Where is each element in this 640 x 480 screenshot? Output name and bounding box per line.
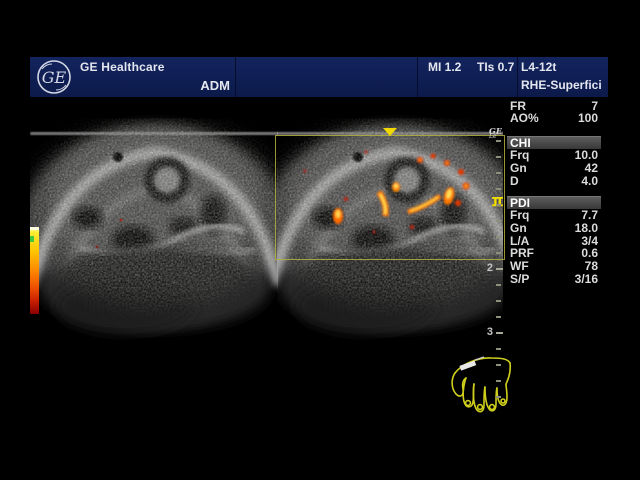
param-row: Frq 7.7 — [507, 209, 601, 222]
param-row: S/P 3/16 — [507, 273, 601, 286]
param-value: 7.7 — [581, 209, 598, 222]
ultrasound-display: 2 3 GE Le GE GE Healthcare ADM MI 1.2 TIs… — [0, 0, 640, 480]
ruler-tick — [496, 188, 501, 190]
svg-text:GE: GE — [42, 68, 67, 87]
ruler-tick — [496, 172, 501, 174]
ge-logo-icon: GE — [36, 59, 72, 95]
exam-mode-label: ADM — [160, 78, 230, 93]
param-row: D 4.0 — [507, 175, 601, 188]
param-value: 10.0 — [575, 149, 598, 162]
header-bar: GE GE Healthcare ADM MI 1.2 TIs 0.7 L4-1… — [30, 57, 608, 97]
param-value: 42 — [585, 162, 598, 175]
wall-filter-marker — [30, 236, 34, 242]
param-label: D — [510, 175, 519, 188]
mi-readout: MI 1.2 — [428, 60, 461, 74]
roi-top-marker-icon — [383, 128, 397, 136]
ao-value: 100 — [578, 112, 598, 124]
brand-title: GE Healthcare — [80, 60, 165, 74]
ruler-tick — [496, 316, 501, 318]
preset-name: RHE-Superfici — [521, 78, 607, 92]
ao-label: AO% — [510, 112, 539, 124]
ruler-tick — [496, 140, 501, 142]
param-row: Gn 18.0 — [507, 222, 601, 235]
ruler-label: 2 — [487, 262, 493, 274]
ruler-tick — [496, 220, 501, 222]
ruler-tick — [496, 236, 501, 238]
param-label: Gn — [510, 162, 527, 175]
tis-readout: TIs 0.7 — [477, 60, 514, 74]
param-label: Gn — [510, 222, 527, 235]
ruler-tick — [496, 364, 501, 366]
param-label: S/P — [510, 273, 529, 286]
chi-parameters-section: CHI Frq 10.0 Gn 42 D 4.0 — [507, 136, 601, 187]
probe-name: L4-12t — [521, 60, 556, 74]
ruler-tick — [496, 396, 501, 398]
ruler-tick — [496, 380, 501, 382]
header-divider — [235, 57, 236, 97]
param-row: Frq 10.0 — [507, 149, 601, 162]
ruler-tick — [496, 284, 501, 286]
param-value: 18.0 — [575, 222, 598, 235]
header-divider — [417, 57, 418, 97]
ruler-tick: 2 — [496, 268, 503, 270]
param-label: Frq — [510, 149, 529, 162]
ruler-tick — [496, 300, 501, 302]
param-value: 4.0 — [581, 175, 598, 188]
acoustic-output-row: AO% 100 — [507, 112, 601, 124]
ge-watermark: GE Le — [489, 128, 502, 140]
doppler-colorbar — [30, 227, 39, 314]
param-label: Frq — [510, 209, 529, 222]
ruler-tick — [496, 156, 501, 158]
ruler-tick — [496, 252, 501, 254]
header-divider — [517, 57, 518, 97]
ruler-label: 3 — [487, 326, 493, 338]
ruler-tick — [496, 204, 501, 206]
param-value: 3/16 — [575, 273, 598, 286]
color-roi-box[interactable] — [275, 135, 505, 260]
status-block: FR 7 AO% 100 — [507, 100, 601, 124]
ruler-tick — [496, 348, 501, 350]
pdi-parameters-section: PDI Frq 7.7 Gn 18.0 L/A 3/4 PRF 0.6 WF 7… — [507, 196, 601, 286]
param-row: Gn 42 — [507, 162, 601, 175]
ruler-tick: 3 — [496, 332, 503, 334]
bmode-image-left — [23, 125, 287, 334]
